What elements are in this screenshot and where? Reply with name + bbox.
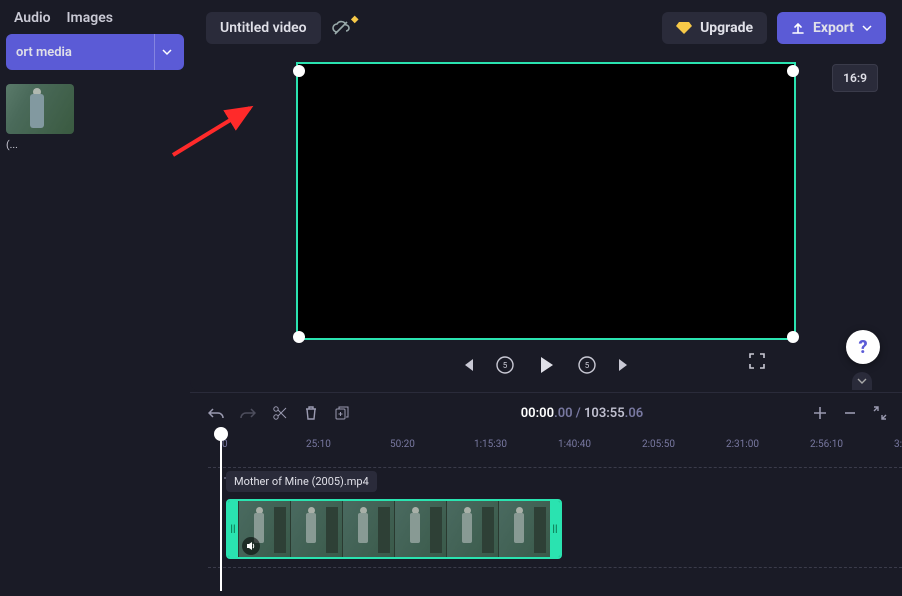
- export-dropdown-icon[interactable]: [862, 23, 872, 33]
- forward-5s-icon[interactable]: 5: [577, 355, 597, 375]
- skip-back-icon[interactable]: [459, 357, 475, 373]
- upload-icon: [791, 21, 805, 35]
- diamond-icon: [676, 21, 692, 35]
- playhead[interactable]: [220, 431, 222, 591]
- resize-handle-bottom-right[interactable]: [787, 331, 799, 343]
- video-track: Mother of Mine (2005).mp4 || ||: [208, 499, 902, 561]
- media-tabs: Audio Images: [6, 8, 184, 34]
- total-time-main: 103:55: [584, 406, 625, 421]
- timeline-toolbar: 00:00.00 / 103:55.06: [190, 393, 902, 433]
- fit-timeline-icon[interactable]: [872, 405, 888, 421]
- timeline-panel: 00:00.00 / 103:55.06 0 25:10 50:20 1:15:…: [190, 392, 902, 596]
- preview-area: Untitled video ◆ Upgrade Export: [190, 0, 902, 392]
- top-toolbar: Untitled video ◆ Upgrade Export: [190, 0, 902, 56]
- import-media-button[interactable]: ort media: [6, 34, 184, 70]
- total-time-frac: .06: [625, 406, 644, 421]
- media-thumbnail-label: (...: [6, 138, 74, 151]
- zoom-out-icon[interactable]: [842, 405, 858, 421]
- media-thumbnail-image: [6, 84, 74, 134]
- clip-trim-right-handle[interactable]: ||: [550, 501, 560, 557]
- help-button[interactable]: ?: [846, 330, 880, 364]
- playhead-knob[interactable]: [214, 427, 228, 441]
- svg-text:5: 5: [503, 361, 508, 370]
- ruler-tick: 25:10: [306, 439, 331, 450]
- cloud-sync-icon[interactable]: ◆: [331, 20, 351, 36]
- current-time-frac: .00: [554, 406, 573, 421]
- clip-volume-icon[interactable]: [242, 537, 260, 555]
- skip-forward-icon[interactable]: [617, 357, 633, 373]
- tab-images[interactable]: Images: [67, 10, 113, 26]
- preview-canvas[interactable]: [296, 62, 796, 340]
- delete-icon[interactable]: [304, 405, 318, 421]
- add-track-icon[interactable]: [812, 405, 828, 421]
- timeline-tracks: Add text Mother of Mine (2005).mp4 || ||: [208, 467, 902, 581]
- timeline-ruler[interactable]: 0 25:10 50:20 1:15:30 1:40:40 2:05:50 2:…: [208, 433, 902, 457]
- ruler-tick: 50:20: [390, 439, 415, 450]
- aspect-ratio-button[interactable]: 16:9: [832, 64, 878, 92]
- time-sep: /: [573, 406, 584, 421]
- import-media-dropdown-icon[interactable]: [154, 34, 178, 70]
- ruler-tick: 3:2: [894, 439, 902, 450]
- resize-handle-top-left[interactable]: [293, 65, 305, 77]
- duplicate-icon[interactable]: [334, 405, 350, 421]
- rewind-5s-icon[interactable]: 5: [495, 355, 515, 375]
- ruler-tick: 2:56:10: [810, 439, 843, 450]
- empty-track-placeholder[interactable]: [208, 567, 902, 581]
- export-label: Export: [813, 20, 854, 36]
- canvas-wrap: [296, 56, 796, 340]
- play-button-icon[interactable]: [535, 354, 557, 376]
- video-clip[interactable]: || ||: [226, 499, 562, 559]
- svg-text:5: 5: [585, 361, 590, 370]
- upgrade-label: Upgrade: [700, 20, 753, 36]
- project-title-button[interactable]: Untitled video: [206, 12, 321, 44]
- fullscreen-icon[interactable]: [748, 352, 766, 370]
- playback-controls: 5 5: [290, 340, 802, 376]
- left-media-panel: Audio Images ort media (...: [0, 0, 190, 392]
- import-media-label: ort media: [16, 45, 72, 60]
- redo-icon: [240, 406, 256, 420]
- undo-icon[interactable]: [208, 406, 224, 420]
- premium-badge-icon: ◆: [351, 14, 359, 25]
- ruler-tick: 1:40:40: [558, 439, 591, 450]
- upgrade-button[interactable]: Upgrade: [662, 12, 767, 44]
- preview-stage: 5 5: [290, 56, 802, 376]
- expand-down-icon[interactable]: [852, 372, 872, 390]
- clip-name-tooltip: Mother of Mine (2005).mp4: [226, 471, 377, 492]
- tab-audio[interactable]: Audio: [14, 10, 51, 26]
- ruler-tick: 2:05:50: [642, 439, 675, 450]
- clip-thumbnails: [238, 501, 550, 557]
- export-button[interactable]: Export: [777, 12, 886, 44]
- timeline-timecode: 00:00.00 / 103:55.06: [366, 406, 798, 421]
- resize-handle-bottom-left[interactable]: [293, 331, 305, 343]
- current-time-main: 00:00: [521, 406, 554, 421]
- resize-handle-top-right[interactable]: [787, 65, 799, 77]
- clip-trim-left-handle[interactable]: ||: [228, 501, 238, 557]
- split-icon[interactable]: [272, 405, 288, 421]
- ruler-tick: 2:31:00: [726, 439, 759, 450]
- media-thumbnail[interactable]: (...: [6, 84, 74, 151]
- ruler-tick: 1:15:30: [474, 439, 507, 450]
